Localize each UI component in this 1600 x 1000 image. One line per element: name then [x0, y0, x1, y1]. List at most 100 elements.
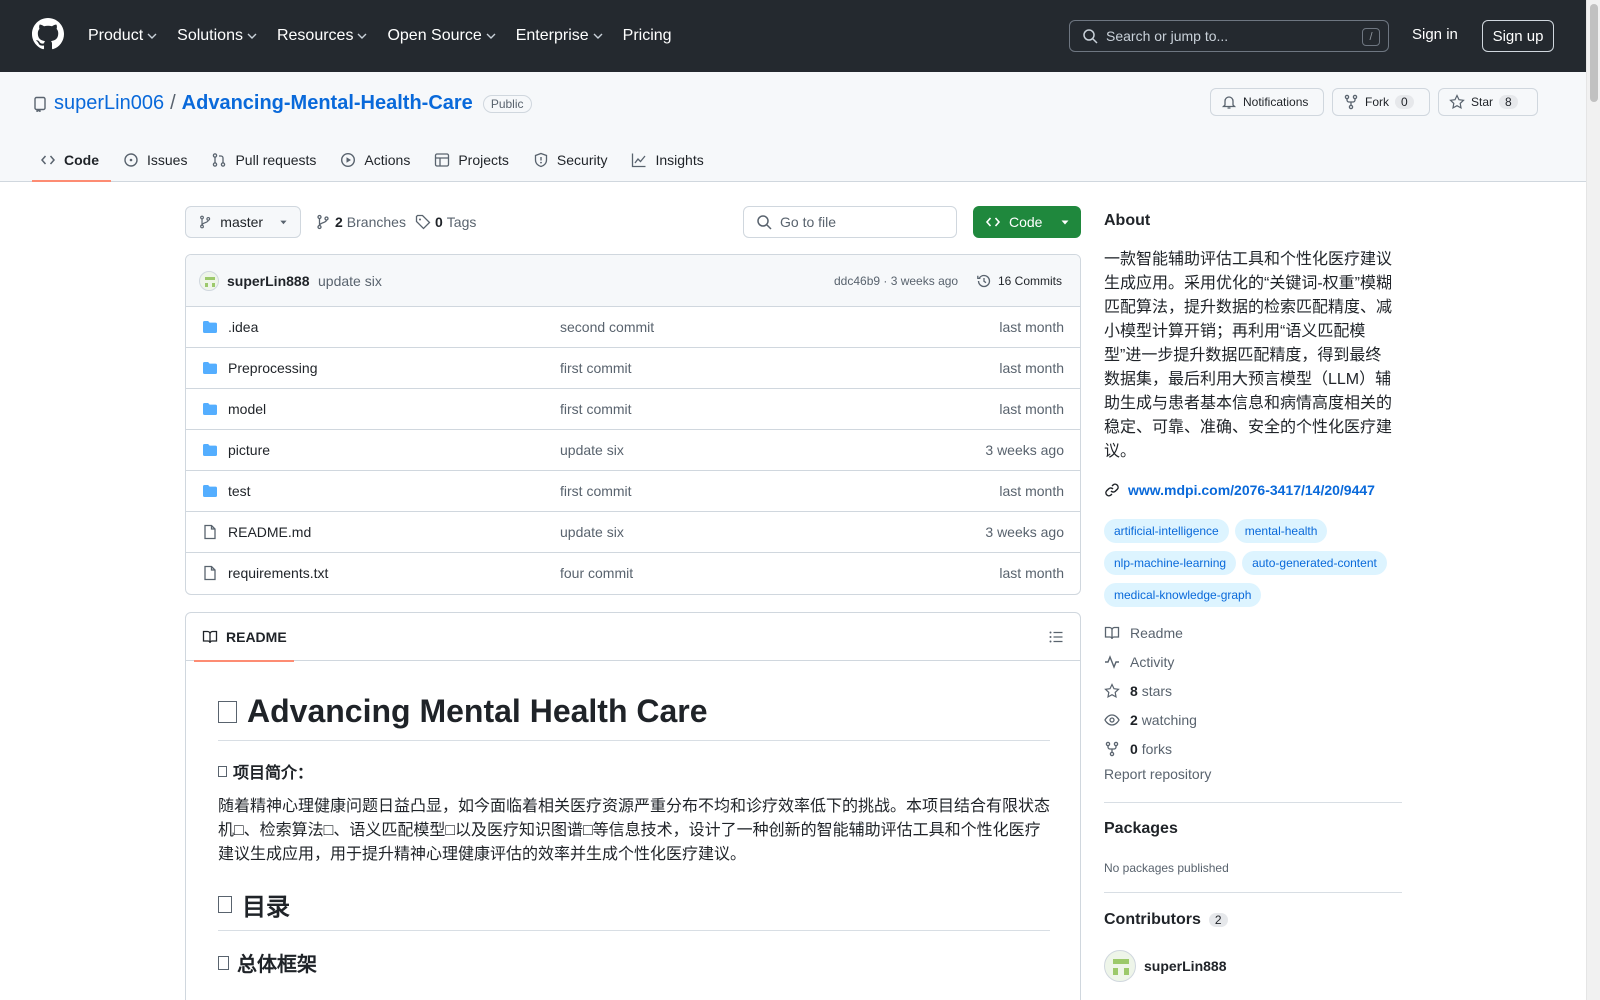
intro-heading-text: 项目简介： — [233, 765, 314, 782]
commit-author-link[interactable]: superLin888 — [227, 273, 309, 289]
readme-link[interactable]: Readme — [1104, 618, 1197, 647]
commit-message-link[interactable]: update six — [318, 273, 382, 289]
topic-tag[interactable]: medical-knowledge-graph — [1104, 583, 1262, 607]
nav-pricing[interactable]: Pricing — [623, 27, 672, 45]
file-commit-date: last month — [999, 483, 1064, 499]
file-row[interactable]: requirements.txt four commit last month — [186, 553, 1080, 594]
topic-tag[interactable]: artificial-intelligence — [1104, 519, 1229, 543]
tab-issues[interactable]: Issues — [115, 138, 199, 182]
file-row[interactable]: .idea second commit last month — [186, 307, 1080, 348]
tab-label: Insights — [655, 152, 704, 168]
intro-heading: 项目简介： — [218, 759, 313, 783]
topic-tag[interactable]: nlp-machine-learning — [1104, 551, 1237, 575]
file-row[interactable]: test first commit last month — [186, 471, 1080, 512]
repo-tabs: Code Issues Pull requests Actions Projec… — [32, 138, 720, 182]
sign-in-link[interactable]: Sign in — [1412, 26, 1458, 43]
packages-empty-text: No packages published — [1104, 861, 1229, 875]
file-commit-message[interactable]: first commit — [560, 483, 632, 499]
visibility-badge: Public — [482, 94, 532, 113]
caret-down-icon — [1061, 220, 1069, 225]
tab-security[interactable]: Security — [525, 138, 620, 182]
contributors-heading[interactable]: Contributors 2 — [1104, 911, 1228, 929]
file-commit-message[interactable]: update six — [560, 442, 624, 458]
book-icon — [202, 630, 218, 644]
bell-icon — [1221, 96, 1237, 109]
topic-tag[interactable]: auto-generated-content — [1242, 551, 1387, 575]
nav-product[interactable]: Product — [88, 27, 157, 45]
nav-enterprise[interactable]: Enterprise — [516, 27, 603, 45]
nav-open-source[interactable]: Open Source — [387, 27, 496, 45]
file-commit-date: last month — [999, 319, 1064, 335]
packages-title[interactable]: Packages — [1104, 820, 1178, 838]
branches-count: 2 — [335, 214, 343, 230]
file-row[interactable]: Preprocessing first commit last month — [186, 348, 1080, 389]
branches-link[interactable]: 2 Branches — [315, 214, 406, 230]
branch-icon — [200, 215, 211, 229]
branch-select-button[interactable]: master — [185, 206, 301, 238]
file-row[interactable]: README.md update six 3 weeks ago — [186, 512, 1080, 553]
folder-icon — [203, 362, 217, 374]
sign-up-button[interactable]: Sign up — [1482, 20, 1554, 52]
tab-insights[interactable]: Insights — [623, 138, 715, 182]
file-name-link[interactable]: README.md — [228, 524, 311, 540]
missing-glyph-icon — [218, 955, 229, 970]
file-commit-message[interactable]: update six — [560, 524, 624, 540]
watching-link[interactable]: 2 watching — [1104, 705, 1197, 734]
scrollbar-thumb[interactable] — [1590, 4, 1598, 102]
file-commit-date: last month — [999, 401, 1064, 417]
repo-name-link[interactable]: Advancing-Mental-Health-Care — [182, 92, 473, 115]
stars-label: stars — [1141, 682, 1173, 699]
graph-icon — [632, 153, 646, 168]
caret-down-icon — [280, 220, 287, 225]
global-search-input[interactable]: Search or jump to... / — [1069, 20, 1389, 52]
avatar[interactable] — [199, 271, 219, 291]
tags-link[interactable]: 0 Tags — [415, 214, 476, 230]
file-toolbar: master 2 Branches 0 Tags Go to file Code — [185, 206, 1081, 238]
repo-owner-link[interactable]: superLin006 — [54, 92, 164, 115]
code-icon — [985, 217, 1001, 227]
file-commit-message[interactable]: four commit — [560, 565, 633, 581]
forks-link[interactable]: 0 forks — [1104, 734, 1197, 763]
tab-pull-requests[interactable]: Pull requests — [203, 138, 328, 182]
file-commit-message[interactable]: second commit — [560, 319, 654, 335]
code-dropdown-button[interactable]: Code — [973, 206, 1081, 238]
list-outline-icon[interactable] — [1048, 629, 1064, 645]
file-row[interactable]: picture update six 3 weeks ago — [186, 430, 1080, 471]
page-scrollbar[interactable] — [1586, 0, 1600, 1000]
pulse-icon — [1105, 654, 1119, 669]
fork-button[interactable]: Fork 0 — [1332, 88, 1430, 116]
github-logo-icon[interactable] — [32, 18, 64, 50]
tab-projects[interactable]: Projects — [426, 138, 521, 182]
commits-count: 16 Commits — [998, 274, 1063, 288]
topics-list: artificial-intelligence mental-health nl… — [1104, 519, 1402, 607]
file-commit-message[interactable]: first commit — [560, 401, 632, 417]
intro-paragraph: 随着精神心理健康问题日益凸显，如今面临着相关医疗资源严重分布不均和诊疗效率低下的… — [218, 798, 1051, 863]
file-name-link[interactable]: Preprocessing — [228, 360, 318, 376]
notifications-button[interactable]: Notifications — [1210, 88, 1324, 116]
commits-history-link[interactable]: 16 Commits — [976, 273, 1062, 289]
search-icon — [1083, 29, 1098, 44]
file-name-link[interactable]: requirements.txt — [228, 565, 328, 581]
commit-hash-time[interactable]: ddc46b9 · 3 weeks ago — [834, 274, 958, 288]
readme-tab[interactable]: README — [194, 613, 294, 662]
file-commit-message[interactable]: first commit — [560, 360, 632, 376]
homepage-link[interactable]: www.mdpi.com/2076-3417/14/20/9447 — [1104, 482, 1375, 498]
tab-code[interactable]: Code — [32, 138, 111, 182]
go-to-file-input[interactable]: Go to file — [743, 206, 957, 238]
file-name-link[interactable]: .idea — [228, 319, 258, 335]
tab-actions[interactable]: Actions — [332, 138, 422, 182]
stars-link[interactable]: 8 stars — [1104, 676, 1197, 705]
nav-resources[interactable]: Resources — [277, 27, 367, 45]
file-name-link[interactable]: picture — [228, 442, 270, 458]
missing-glyph-icon — [218, 765, 227, 777]
topic-tag[interactable]: mental-health — [1234, 519, 1328, 543]
star-button[interactable]: Star 8 — [1438, 88, 1538, 116]
nav-solutions[interactable]: Solutions — [177, 27, 257, 45]
tags-count: 0 — [435, 214, 443, 230]
report-repository-link[interactable]: Report repository — [1104, 766, 1211, 782]
file-row[interactable]: model first commit last month — [186, 389, 1080, 430]
contributor-item[interactable]: superLin888 — [1104, 950, 1226, 982]
file-name-link[interactable]: model — [228, 401, 266, 417]
activity-link[interactable]: Activity — [1104, 647, 1197, 676]
file-name-link[interactable]: test — [228, 483, 251, 499]
